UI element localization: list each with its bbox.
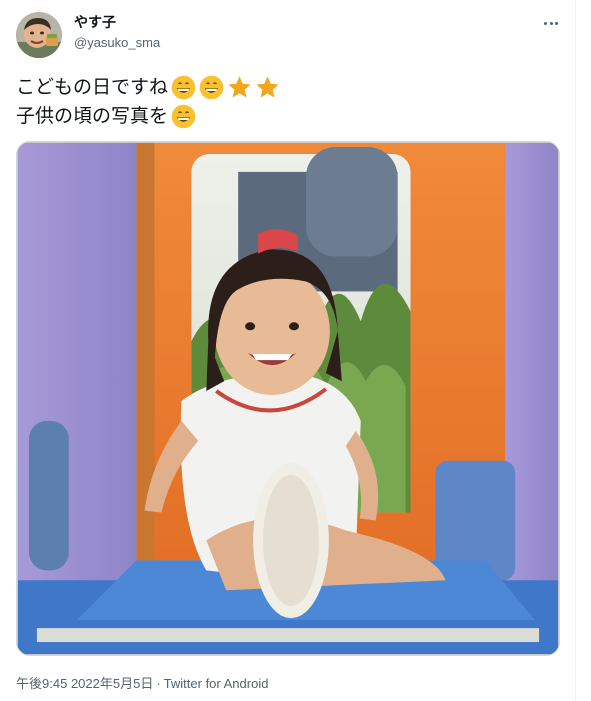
- tweet-card: やす子 @yasuko_sma こどもの日ですね 子供の頃の写真を 午後9:45…: [0, 0, 576, 701]
- right-margin: [576, 0, 591, 701]
- grinning-face-emoji: [199, 75, 224, 100]
- tweet-photo[interactable]: [16, 141, 560, 656]
- author-block: やす子 @yasuko_sma: [74, 12, 160, 52]
- tweet-date[interactable]: 2022年5月5日: [71, 676, 153, 691]
- tweet-source[interactable]: Twitter for Android: [164, 676, 269, 691]
- meta-separator: ·: [156, 676, 161, 691]
- tweet-time[interactable]: 午後9:45: [16, 676, 67, 691]
- more-icon-dot: [555, 21, 559, 25]
- user-handle[interactable]: @yasuko_sma: [74, 34, 160, 52]
- star-emoji: [227, 75, 252, 100]
- more-icon: [543, 21, 547, 25]
- avatar-image: [16, 12, 62, 58]
- tweet-metadata: 午後9:45 2022年5月5日 · Twitter for Android: [16, 675, 268, 693]
- more-icon-dot: [549, 21, 553, 25]
- grinning-face-emoji: [171, 104, 196, 129]
- tweet-photo-image: [17, 142, 559, 655]
- grinning-face-emoji: [171, 75, 196, 100]
- tweet-text-line-2-text: 子供の頃の写真を: [16, 105, 169, 127]
- more-options-button[interactable]: [536, 12, 566, 34]
- display-name[interactable]: やす子: [74, 12, 160, 32]
- tweet-text: こどもの日ですね 子供の頃の写真を: [16, 73, 556, 131]
- star-emoji: [255, 75, 280, 100]
- tweet-text-line-1-text: こどもの日ですね: [16, 76, 169, 98]
- tweet-text-line-2: 子供の頃の写真を: [16, 102, 556, 131]
- tweet-text-line-1: こどもの日ですね: [16, 73, 556, 102]
- avatar[interactable]: [16, 12, 62, 58]
